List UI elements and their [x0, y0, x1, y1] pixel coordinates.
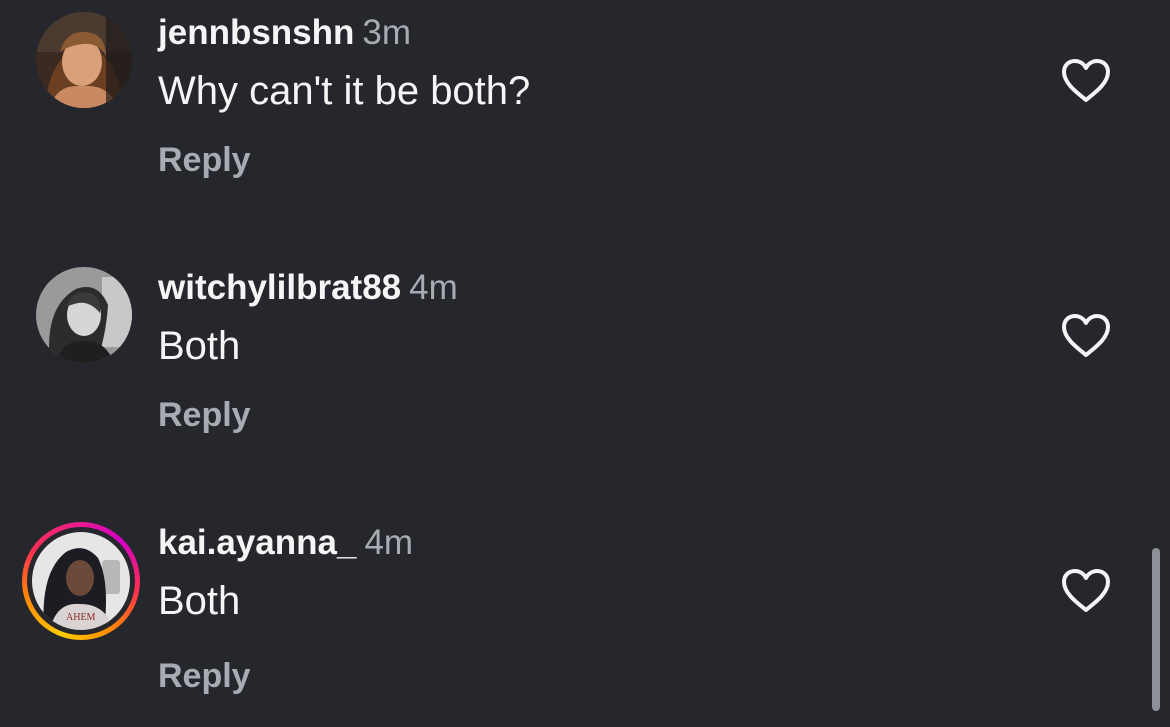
- timestamp: 3m: [362, 13, 412, 52]
- heart-outline-icon: [1062, 569, 1110, 612]
- comment-item: witchylilbrat88 4m Both Reply: [0, 255, 1170, 455]
- comment-meta: kai.ayanna_ 4m: [158, 523, 413, 563]
- comment-text: Why can't it be both?: [158, 69, 531, 113]
- username[interactable]: witchylilbrat88: [158, 268, 401, 307]
- reply-button[interactable]: Reply: [158, 395, 251, 435]
- avatar[interactable]: [36, 267, 132, 363]
- comment-text: Both: [158, 324, 241, 368]
- avatar: AHEM: [32, 532, 130, 630]
- heart-outline-icon: [1062, 314, 1110, 357]
- comment-text: Both: [158, 579, 241, 623]
- like-button[interactable]: [1060, 312, 1112, 360]
- comments-screen: jennbsnshn 3m Why can't it be both? Reply…: [0, 0, 1170, 727]
- username[interactable]: jennbsnshn: [158, 13, 354, 52]
- avatar-photo: [36, 12, 132, 108]
- comment-meta: jennbsnshn 3m: [158, 13, 411, 53]
- avatar-photo: [36, 267, 132, 363]
- avatar[interactable]: [36, 12, 132, 108]
- comment-meta: witchylilbrat88 4m: [158, 268, 458, 308]
- comment-item: jennbsnshn 3m Why can't it be both? Reply: [0, 0, 1170, 200]
- reply-button[interactable]: Reply: [158, 656, 251, 696]
- timestamp: 4m: [364, 523, 414, 562]
- timestamp: 4m: [409, 268, 458, 307]
- reply-button[interactable]: Reply: [158, 140, 251, 180]
- like-button[interactable]: [1060, 567, 1112, 615]
- username[interactable]: kai.ayanna_: [158, 523, 356, 562]
- comment-item: AHEM kai.ayanna_ 4m Both Reply: [0, 510, 1170, 710]
- story-ring[interactable]: AHEM: [22, 522, 140, 640]
- avatar-photo: AHEM: [32, 532, 130, 630]
- like-button[interactable]: [1060, 57, 1112, 105]
- svg-text:AHEM: AHEM: [66, 612, 96, 623]
- scrollbar[interactable]: [1152, 548, 1160, 711]
- heart-outline-icon: [1062, 59, 1110, 102]
